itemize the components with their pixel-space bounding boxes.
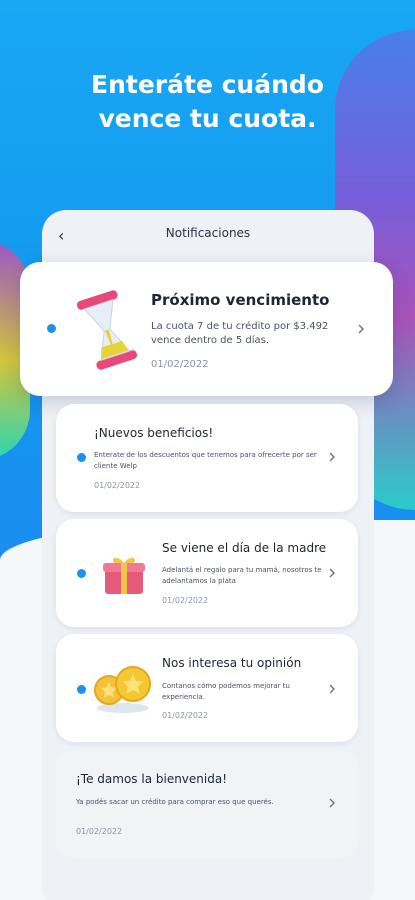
notification-date: 01/02/2022	[162, 596, 209, 605]
notification-title: Se viene el día de la madre	[162, 541, 327, 555]
promo-headline-line2: vence tu cuota.	[98, 104, 317, 133]
notification-date: 01/02/2022	[162, 711, 209, 720]
notification-card[interactable]: Se viene el día de la madre Adelantá el …	[56, 519, 358, 627]
notification-title: Nos interesa tu opinión	[162, 656, 302, 670]
promo-headline: Enteráte cuándo vence tu cuota.	[0, 68, 415, 136]
notification-card[interactable]: ¡Te damos la bienvenida! Ya podés sacar …	[56, 750, 358, 858]
chevron-right-icon	[329, 568, 335, 578]
unread-dot	[77, 453, 86, 462]
notification-title: ¡Nuevos beneficios!	[94, 426, 214, 440]
screen-title: Notificaciones	[165, 226, 251, 240]
unread-dot	[77, 685, 86, 694]
notification-body: La cuota 7 de tu crédito por $3.492 venc…	[151, 321, 329, 346]
unread-dot	[47, 324, 56, 333]
notification-title: ¡Te damos la bienvenida!	[76, 772, 228, 786]
notification-card[interactable]: Nos interesa tu opinión Contanos cómo po…	[56, 634, 358, 742]
gift-icon	[103, 557, 145, 594]
chevron-right-icon	[329, 798, 335, 808]
hourglass-icon	[76, 290, 138, 370]
promo-headline-line1: Enteráte cuándo	[91, 70, 324, 99]
chevron-right-icon	[329, 452, 335, 462]
unread-dot	[77, 569, 86, 578]
notification-card[interactable]: ¡Nuevos beneficios! Enterate de los desc…	[56, 404, 358, 512]
notification-title: Próximo vencimiento	[151, 291, 330, 309]
notification-date: 01/02/2022	[94, 481, 141, 490]
notification-body: Adelantá el regalo para tu mamá, nosotro…	[162, 566, 322, 585]
notification-date: 01/02/2022	[76, 827, 123, 836]
notification-card[interactable]: Próximo vencimiento La cuota 7 de tu cré…	[20, 262, 393, 396]
notification-body: Contanos cómo podemos mejorar tu experie…	[162, 682, 290, 701]
chevron-right-icon	[329, 684, 335, 694]
chevron-right-icon	[358, 324, 364, 334]
notification-body: Ya podés sacar un crédito para comprar e…	[76, 798, 274, 806]
screen-header: ‹ Notificaciones	[42, 226, 374, 250]
notification-date: 01/02/2022	[151, 359, 209, 370]
notification-body: Enterate de los descuentos que tenemos p…	[94, 451, 317, 470]
chevron-left-icon[interactable]: ‹	[58, 226, 64, 245]
star-medals-icon	[94, 666, 151, 713]
